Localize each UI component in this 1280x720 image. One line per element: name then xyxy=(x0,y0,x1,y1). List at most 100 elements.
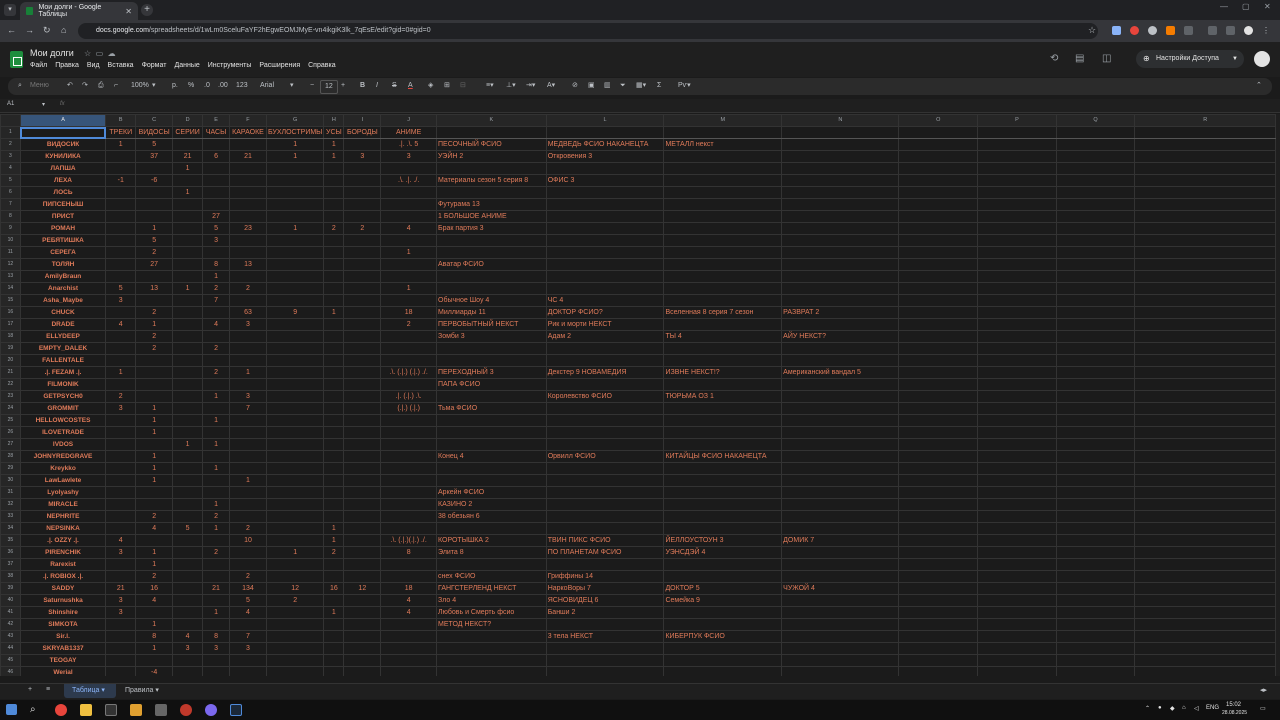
cell[interactable] xyxy=(898,330,979,343)
cell[interactable] xyxy=(343,546,382,559)
cell[interactable] xyxy=(1055,210,1136,223)
cell[interactable]: 21 xyxy=(202,582,231,595)
cell[interactable] xyxy=(323,558,345,571)
cell[interactable]: 4 xyxy=(135,594,174,607)
cell[interactable]: .|. .\. 5 xyxy=(380,138,438,151)
new-tab-button[interactable]: + xyxy=(141,4,153,16)
row-header[interactable]: 34 xyxy=(0,522,21,535)
cell[interactable]: 1 xyxy=(323,150,345,163)
cell[interactable] xyxy=(343,246,382,259)
cell[interactable] xyxy=(105,438,137,451)
cell[interactable] xyxy=(436,654,547,667)
cell[interactable] xyxy=(898,174,979,187)
cell[interactable] xyxy=(1055,534,1136,547)
cell[interactable] xyxy=(1134,342,1276,355)
cell[interactable] xyxy=(663,414,783,427)
cell[interactable] xyxy=(898,618,979,631)
cell[interactable] xyxy=(172,582,204,595)
cell[interactable] xyxy=(898,522,979,535)
cell[interactable] xyxy=(172,258,204,271)
cell[interactable]: 1 xyxy=(135,414,174,427)
menu-extensions[interactable]: Расширения xyxy=(259,62,300,69)
cell[interactable] xyxy=(380,342,438,355)
cell[interactable]: 5 xyxy=(135,234,174,247)
cell[interactable] xyxy=(343,594,382,607)
row-header[interactable]: 11 xyxy=(0,246,21,259)
cell[interactable] xyxy=(898,150,979,163)
cell[interactable]: Anarchist xyxy=(19,282,107,295)
cell[interactable] xyxy=(977,522,1057,535)
cell[interactable] xyxy=(343,414,382,427)
cell[interactable] xyxy=(545,558,665,571)
cell[interactable] xyxy=(265,570,325,583)
cell[interactable] xyxy=(1134,546,1276,559)
cell[interactable]: Рик и морти НЕКСТ xyxy=(545,318,665,331)
cell[interactable] xyxy=(898,222,979,235)
italic-icon[interactable]: I xyxy=(376,80,378,92)
table-row[interactable]: 39 SADDY 21 16 21 134 12 16 12 18 ГАНГСТЕРЛЕНД НЕК… xyxy=(0,582,1276,595)
row-header[interactable]: 7 xyxy=(0,198,21,211)
cell[interactable] xyxy=(1134,450,1276,463)
cell[interactable]: СЕРИИ xyxy=(172,126,204,139)
row-header[interactable]: 5 xyxy=(0,174,21,187)
cell[interactable] xyxy=(265,234,325,247)
cell[interactable] xyxy=(172,294,204,307)
cell[interactable] xyxy=(1055,498,1136,511)
download-icon[interactable] xyxy=(1208,26,1217,35)
cloud-status-icon[interactable]: ☁ xyxy=(108,49,116,58)
cell[interactable]: Зло 4 xyxy=(436,594,547,607)
cell[interactable] xyxy=(781,378,900,391)
cell[interactable] xyxy=(663,210,783,223)
cell[interactable] xyxy=(781,138,900,151)
cell[interactable] xyxy=(898,570,979,583)
cell[interactable]: 21 xyxy=(172,150,204,163)
cell[interactable]: КИТАЙЦЫ ФСИО НАКАНЕЦТА xyxy=(663,450,783,463)
cell[interactable] xyxy=(977,390,1057,403)
history-icon[interactable]: ⟲ xyxy=(1050,53,1058,64)
cell[interactable] xyxy=(343,282,382,295)
cell[interactable] xyxy=(1134,354,1276,367)
cell[interactable] xyxy=(1055,378,1136,391)
cell[interactable] xyxy=(781,318,900,331)
cell[interactable] xyxy=(265,438,325,451)
cell[interactable]: 4 xyxy=(380,594,438,607)
cell[interactable] xyxy=(343,198,382,211)
cell[interactable] xyxy=(202,450,231,463)
cell[interactable] xyxy=(265,666,325,676)
cell[interactable] xyxy=(898,414,979,427)
cell[interactable]: 1 xyxy=(380,282,438,295)
cell[interactable]: 1 xyxy=(202,438,231,451)
cell[interactable] xyxy=(781,186,900,199)
print-icon[interactable]: ⎙ xyxy=(98,80,104,92)
cell[interactable]: 5 xyxy=(135,138,174,151)
table-row[interactable]: 35 .|. OZZY .|. 4 10 1 .\. (.|.)(.|.) ./. КОРО… xyxy=(0,534,1276,547)
cell[interactable] xyxy=(105,510,137,523)
select-all-corner[interactable] xyxy=(0,114,21,127)
bookmark-star-icon[interactable]: ☆ xyxy=(1088,25,1096,36)
cell[interactable] xyxy=(781,198,900,211)
cell[interactable] xyxy=(898,582,979,595)
cell[interactable]: Shinshire xyxy=(19,606,107,619)
table-row[interactable]: 21 .|. FEZAM .|. 1 2 1 .\. (.|.) (.|.) ./. ПЕР… xyxy=(0,366,1276,379)
cell[interactable]: -6 xyxy=(135,174,174,187)
cell[interactable] xyxy=(545,402,665,415)
cell[interactable] xyxy=(343,570,382,583)
column-header[interactable]: H xyxy=(323,114,345,127)
cell[interactable] xyxy=(172,198,204,211)
cell[interactable]: АЙУ НЕКСТ? xyxy=(781,330,900,343)
table-row[interactable]: 12 ТОЛЯН 27 8 13 Аватар ФСИО xyxy=(0,258,1276,271)
cell[interactable] xyxy=(545,474,665,487)
cell[interactable]: Семейка 9 xyxy=(663,594,783,607)
cell[interactable]: ИЗВНЕ НЕКСТ!? xyxy=(663,366,783,379)
cell[interactable] xyxy=(202,654,231,667)
cell[interactable]: 2 xyxy=(343,222,382,235)
cell[interactable] xyxy=(436,234,547,247)
cell[interactable] xyxy=(1055,234,1136,247)
cell[interactable] xyxy=(436,354,547,367)
cell[interactable] xyxy=(1055,390,1136,403)
move-folder-icon[interactable]: ▭ xyxy=(96,49,104,58)
cell[interactable] xyxy=(1134,366,1276,379)
cell[interactable] xyxy=(1055,414,1136,427)
clock-time[interactable]: 15:02 xyxy=(1226,702,1241,708)
cell[interactable]: 5 xyxy=(105,282,137,295)
